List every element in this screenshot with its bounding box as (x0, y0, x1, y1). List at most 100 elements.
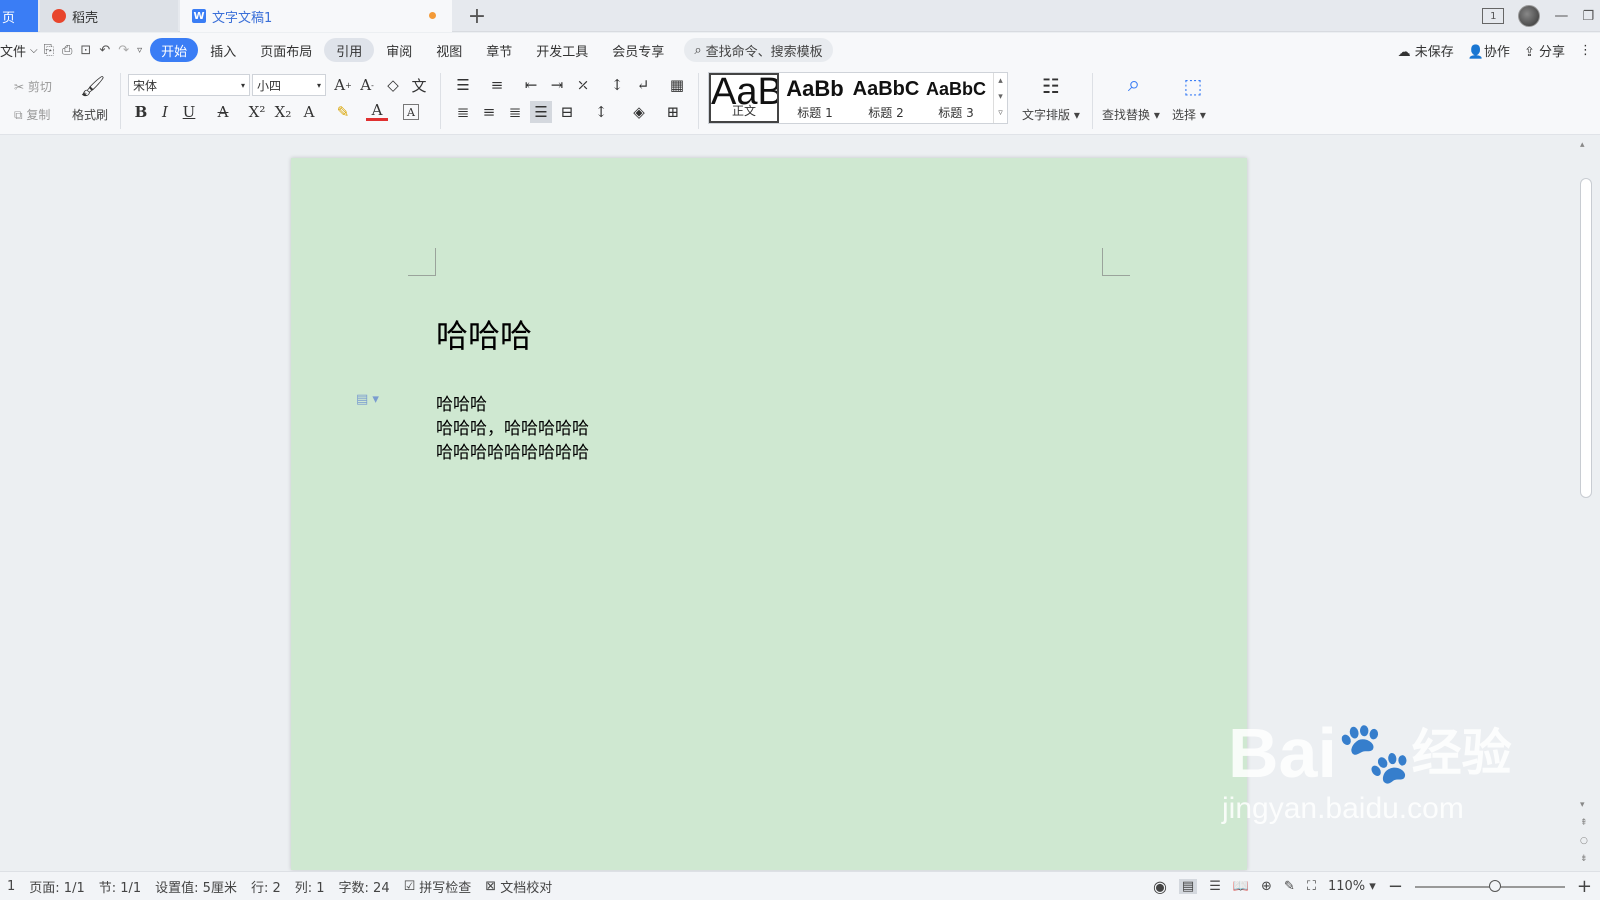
status-setting[interactable]: 设置值: 5厘米 (148, 877, 244, 896)
text-layout-button[interactable]: 文字排版 ▾ (1022, 106, 1080, 123)
style-scroll[interactable]: ▴ ▾ ▿ (993, 73, 1007, 123)
char-border-icon[interactable]: A (403, 104, 419, 120)
format-painter-icon[interactable]: 🖌 (80, 74, 105, 98)
font-color-icon[interactable]: A (366, 101, 388, 121)
zoom-slider[interactable] (1414, 879, 1565, 892)
web-view-icon[interactable]: ⊕ (1261, 879, 1272, 894)
status-words[interactable]: 字数: 24 (332, 877, 397, 896)
find-replace-button[interactable]: 查找替换 ▾ (1102, 106, 1160, 123)
underline-icon[interactable]: U (178, 101, 200, 123)
tab-section[interactable]: 章节 (474, 38, 524, 62)
justify-icon[interactable]: ☰ (530, 101, 552, 123)
show-marks-icon[interactable]: ↵ (632, 74, 654, 96)
format-painter-button[interactable]: 格式刷 (72, 106, 108, 123)
scroll-nav-icon[interactable]: ▾ ⇞ ○ ⇟ (1580, 796, 1588, 868)
style-heading3[interactable]: AaBbC 标题 3 (921, 73, 991, 123)
align-right-icon[interactable]: ≣ (504, 101, 526, 123)
read-view-icon[interactable]: 📖 (1233, 879, 1249, 894)
distributed-icon[interactable]: ⊟ (556, 101, 578, 123)
superscript-icon[interactable]: X² (246, 101, 268, 123)
avatar[interactable] (1518, 5, 1541, 27)
style-normal[interactable]: AaBbCcDd 正文 (709, 73, 779, 123)
status-col[interactable]: 列: 1 (288, 877, 332, 896)
page-badge[interactable]: 1 (1482, 8, 1505, 24)
paste-options-icon[interactable]: ▤ ▾ (356, 392, 379, 407)
spell-check-button[interactable]: ☑ 拼写检查 (397, 877, 479, 896)
file-menu[interactable]: 文件 ⌵ (0, 38, 42, 62)
redo-icon[interactable]: ↷ (118, 43, 129, 58)
table-grid-icon[interactable]: ▦ (666, 74, 688, 96)
copy-button[interactable]: ⧉ 复制 (14, 106, 50, 123)
document-line[interactable]: 哈哈哈，哈哈哈哈哈 (436, 414, 589, 439)
tab-start[interactable]: 开始 (150, 38, 199, 62)
scroll-up-icon[interactable]: ▴ (1580, 140, 1585, 150)
status-row[interactable]: 行: 2 (244, 877, 288, 896)
sort-icon[interactable]: ↕ (606, 74, 628, 96)
border-icon[interactable]: ⊞ (662, 101, 684, 123)
command-search[interactable]: ⌕ 查找命令、搜索模板 (684, 38, 833, 62)
status-section[interactable]: 节: 1/1 (92, 877, 148, 896)
strikethrough-icon[interactable]: A (212, 101, 234, 123)
italic-icon[interactable]: I (154, 101, 176, 123)
increase-indent-icon[interactable]: ⇥ (546, 74, 568, 96)
status-page[interactable]: 页面: 1/1 (22, 877, 91, 896)
numbered-list-icon[interactable]: ≡ (486, 74, 508, 96)
proofread-button[interactable]: ⊠ 文档校对 (478, 877, 559, 896)
undo-icon[interactable]: ↶ (99, 43, 110, 58)
tab-view[interactable]: 视图 (424, 38, 474, 62)
document-line[interactable]: 哈哈哈 (436, 390, 487, 415)
save-icon[interactable]: ⎘ (44, 43, 54, 58)
minimize-icon[interactable]: — (1554, 8, 1568, 24)
share-button[interactable]: ⇪ 分享 (1524, 41, 1565, 60)
tab-member[interactable]: 会员专享 (600, 38, 676, 62)
chinese-layout-icon[interactable]: ⤫ (572, 74, 594, 96)
bullet-list-icon[interactable]: ☰ (452, 74, 474, 96)
style-heading2[interactable]: AaBbC 标题 2 (851, 73, 921, 123)
shading-icon[interactable]: ◈ (628, 101, 650, 123)
tab-home[interactable]: 页 (0, 0, 38, 32)
collab-button[interactable]: 👤协作 (1468, 41, 1510, 60)
tab-review[interactable]: 审阅 (374, 38, 424, 62)
outline-view-icon[interactable]: ☰ (1209, 879, 1221, 894)
grow-font-icon[interactable]: A + (332, 74, 354, 96)
subscript-icon[interactable]: X₂ (272, 101, 294, 123)
zoom-in-icon[interactable]: + (1577, 876, 1592, 897)
pen-icon[interactable]: ✎ (1284, 879, 1295, 894)
print-preview-icon[interactable]: ⊡ (80, 43, 91, 58)
more-menu-icon[interactable]: ⋮ (1579, 43, 1592, 58)
bold-icon[interactable]: B (130, 101, 152, 123)
tab-insert[interactable]: 插入 (198, 38, 248, 62)
document-line[interactable]: 哈哈哈哈哈哈哈哈哈 (436, 438, 589, 463)
style-heading1[interactable]: AaBb 标题 1 (779, 73, 851, 123)
tab-daoke[interactable]: 稻壳 (40, 0, 178, 32)
page-view-icon[interactable]: ▤ (1178, 879, 1198, 894)
highlight-icon[interactable]: ✎ (332, 101, 354, 123)
font-select[interactable]: 宋体 ▾ (128, 74, 250, 96)
restore-icon[interactable]: ❐ (1582, 9, 1594, 24)
tab-document[interactable]: W 文字文稿1 (180, 0, 452, 32)
scroll-thumb[interactable] (1580, 178, 1592, 498)
cut-button[interactable]: ✂ 剪切 (14, 78, 52, 95)
text-effect-icon[interactable]: A (298, 101, 320, 123)
more-icon[interactable]: ▿ (137, 45, 142, 56)
zoom-slider-knob[interactable] (1488, 879, 1501, 892)
fit-page-icon[interactable]: ⛶ (1307, 879, 1316, 894)
eraser-icon[interactable]: ◇ (382, 74, 404, 96)
select-button[interactable]: 选择 ▾ (1172, 106, 1206, 123)
tab-developer[interactable]: 开发工具 (524, 38, 600, 62)
eye-icon[interactable]: ◉ (1153, 877, 1167, 896)
size-select[interactable]: 小四 ▾ (252, 74, 326, 96)
document-heading[interactable]: 哈哈哈 (436, 311, 532, 357)
align-center-icon[interactable]: ≡ (478, 101, 500, 123)
unsaved-button[interactable]: ☁ 未保存 (1398, 41, 1454, 60)
new-tab-button[interactable]: + (463, 2, 491, 30)
align-left-icon[interactable]: ≣ (452, 101, 474, 123)
zoom-select[interactable]: 110% ▾ (1328, 879, 1376, 894)
print-icon[interactable]: ⎙ (62, 43, 72, 58)
shrink-font-icon[interactable]: A- (356, 74, 378, 96)
zoom-out-icon[interactable]: − (1388, 876, 1403, 897)
tab-references[interactable]: 引用 (324, 38, 375, 62)
phonetic-icon[interactable]: 文 (408, 74, 430, 96)
tab-page-layout[interactable]: 页面布局 (248, 38, 324, 62)
line-spacing-icon[interactable]: ↕ (590, 101, 612, 123)
